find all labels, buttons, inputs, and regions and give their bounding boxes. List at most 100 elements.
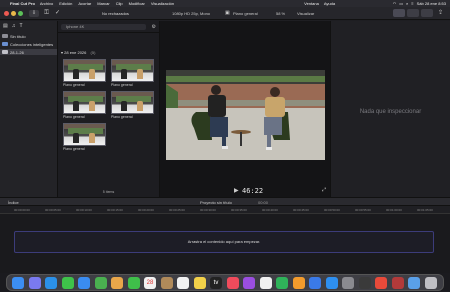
filter-menu[interactable]: No rechazados: [102, 11, 129, 16]
timeline-drop-zone[interactable]: Arrastra el contenido aquí para empezar.: [14, 231, 434, 253]
menu-acortar[interactable]: Acortar: [78, 1, 91, 6]
video-frame[interactable]: [166, 70, 325, 160]
mail-icon[interactable]: [78, 277, 90, 289]
clip-image: [63, 59, 106, 82]
ruler-tick-label: 00:00:45:00: [293, 208, 309, 212]
music-icon[interactable]: [226, 277, 239, 289]
event-header[interactable]: ▾ 28 ene 2026 (5): [61, 50, 95, 55]
event-count: (5): [90, 50, 96, 55]
play-icon[interactable]: ▶: [234, 187, 239, 194]
fullscreen-icon[interactable]: ⤢: [322, 187, 326, 193]
viewer-header: 1080p HD 25p, Mono ▣ Plano general 58 % …: [160, 10, 330, 33]
ruler-tick-label: 00:00:25:00: [169, 208, 185, 212]
viewer-format: 1080p HD 25p, Mono: [172, 11, 211, 16]
minimize-button[interactable]: [11, 11, 16, 16]
menu-archivo[interactable]: Archivo: [40, 1, 53, 6]
news-icon[interactable]: [259, 277, 272, 289]
ruler-tick-label: 00:00:35:00: [231, 208, 247, 212]
clip-label: Plano general: [63, 83, 85, 87]
notes-icon[interactable]: [193, 277, 206, 289]
view-menu[interactable]: Visualizar: [297, 11, 314, 16]
clip-image: [111, 91, 154, 114]
battery-icon[interactable]: ▭: [399, 1, 403, 6]
sidebar-item-label: Sin título: [10, 33, 26, 39]
sidebar-item-event[interactable]: 28-1-26: [0, 49, 57, 55]
clip-thumbnail[interactable]: Plano general: [111, 59, 154, 87]
menu-clip[interactable]: Clip: [116, 1, 123, 6]
photos-audio-icon[interactable]: ♫: [12, 23, 16, 29]
project-name: Proyecto sin título: [200, 200, 232, 205]
finalcut-icon[interactable]: [358, 277, 371, 289]
timeline-ruler[interactable]: 00:00:00:00 00:00:05:00 00:00:10:00 00:00:1…: [0, 206, 450, 214]
gear-icon[interactable]: ⚙: [152, 24, 156, 30]
menu-edicion[interactable]: Edición: [59, 1, 72, 6]
reminders-icon[interactable]: [177, 277, 189, 289]
project-duration: 00:00: [258, 200, 269, 205]
inspector-toggle-button[interactable]: [421, 9, 433, 17]
clip-thumbnail[interactable]: Plano general: [63, 123, 106, 151]
key-icon[interactable]: ⚿: [43, 10, 50, 17]
import-button[interactable]: ⇩: [29, 10, 39, 17]
numbers-icon[interactable]: [276, 277, 288, 289]
menu-visualizacion[interactable]: Visualización: [151, 1, 174, 6]
menu-marcar[interactable]: Marcar: [97, 1, 109, 6]
trash-icon[interactable]: [424, 277, 437, 289]
libraries-sidebar: ▤ ♫ T Sin título Colecciones inteligente…: [0, 21, 58, 197]
browser-toggle-button[interactable]: [393, 9, 405, 17]
menu-app-name[interactable]: Final Cut Pro: [10, 1, 35, 6]
contacts-icon[interactable]: [160, 277, 173, 289]
settings-icon[interactable]: [342, 277, 354, 289]
menu-ayuda[interactable]: Ayuda: [324, 1, 335, 6]
appstore-icon[interactable]: [325, 277, 338, 289]
browser-status: 5 ítems: [102, 190, 115, 194]
clip-label: Plano general: [63, 147, 85, 151]
zoom-menu[interactable]: 58 %: [276, 11, 285, 16]
search-icon[interactable]: ⌕: [406, 1, 408, 6]
sidebar-item-smart-collections[interactable]: Colecciones inteligentes: [0, 41, 57, 47]
inspector-panel: Nada que inspeccionar: [330, 21, 450, 197]
dock: 28 tv: [6, 274, 444, 291]
menu-ventana[interactable]: Ventana: [304, 1, 319, 6]
menu-modificar[interactable]: Modificar: [129, 1, 145, 6]
timeline-toggle-button[interactable]: [407, 9, 419, 17]
chrome-icon[interactable]: [375, 277, 387, 289]
calendar-icon[interactable]: 28: [144, 277, 156, 289]
clip-thumbnail[interactable]: Plano general: [63, 59, 106, 87]
viewer-panel: 1080p HD 25p, Mono ▣ Plano general 58 % …: [159, 10, 330, 197]
titles-icon[interactable]: T: [19, 23, 22, 29]
downloads-icon[interactable]: [408, 277, 420, 289]
libraries-icon[interactable]: ▤: [3, 23, 8, 29]
event-title: 28 ene 2026: [64, 50, 87, 55]
ruler-tick-label: 00:00:05:00: [45, 208, 61, 212]
pages-icon[interactable]: [292, 277, 305, 289]
zoom-button[interactable]: [18, 11, 23, 16]
wifi-icon[interactable]: ◠: [393, 1, 397, 6]
maps-icon[interactable]: [94, 277, 107, 289]
close-button[interactable]: [4, 11, 9, 16]
podcasts-icon[interactable]: [243, 277, 255, 289]
chevron-down-icon[interactable]: ▾: [61, 50, 63, 55]
compressor-icon[interactable]: [391, 277, 404, 289]
messages-icon[interactable]: [61, 277, 74, 289]
finder-icon[interactable]: [12, 277, 24, 289]
timeline-area[interactable]: Arrastra el contenido aquí para empezar.: [0, 214, 450, 273]
sidebar-item-library[interactable]: Sin título: [0, 33, 57, 39]
photos-icon[interactable]: [111, 277, 123, 289]
safari-icon[interactable]: [45, 277, 57, 289]
clip-thumbnail[interactable]: Plano general: [111, 91, 154, 119]
check-icon[interactable]: ✓: [54, 10, 61, 17]
facetime-icon[interactable]: [127, 277, 140, 289]
control-center-icon[interactable]: ≡: [411, 1, 413, 6]
search-text: Iphone 4K: [66, 24, 85, 29]
launchpad-icon[interactable]: [28, 277, 41, 289]
share-icon[interactable]: ⇪: [437, 10, 444, 17]
clip-label: Plano general: [63, 115, 85, 119]
ruler-tick-label: 00:00:40:00: [262, 208, 278, 212]
keynote-icon[interactable]: [309, 277, 321, 289]
tv-icon[interactable]: tv: [210, 277, 222, 289]
menu-clock[interactable]: Sáb 28 ene 8:53: [417, 1, 446, 6]
clip-thumbnail[interactable]: Plano general: [63, 91, 106, 119]
search-input[interactable]: Iphone 4K: [61, 24, 146, 30]
index-button[interactable]: Índice: [8, 200, 19, 205]
event-icon: [2, 50, 8, 54]
